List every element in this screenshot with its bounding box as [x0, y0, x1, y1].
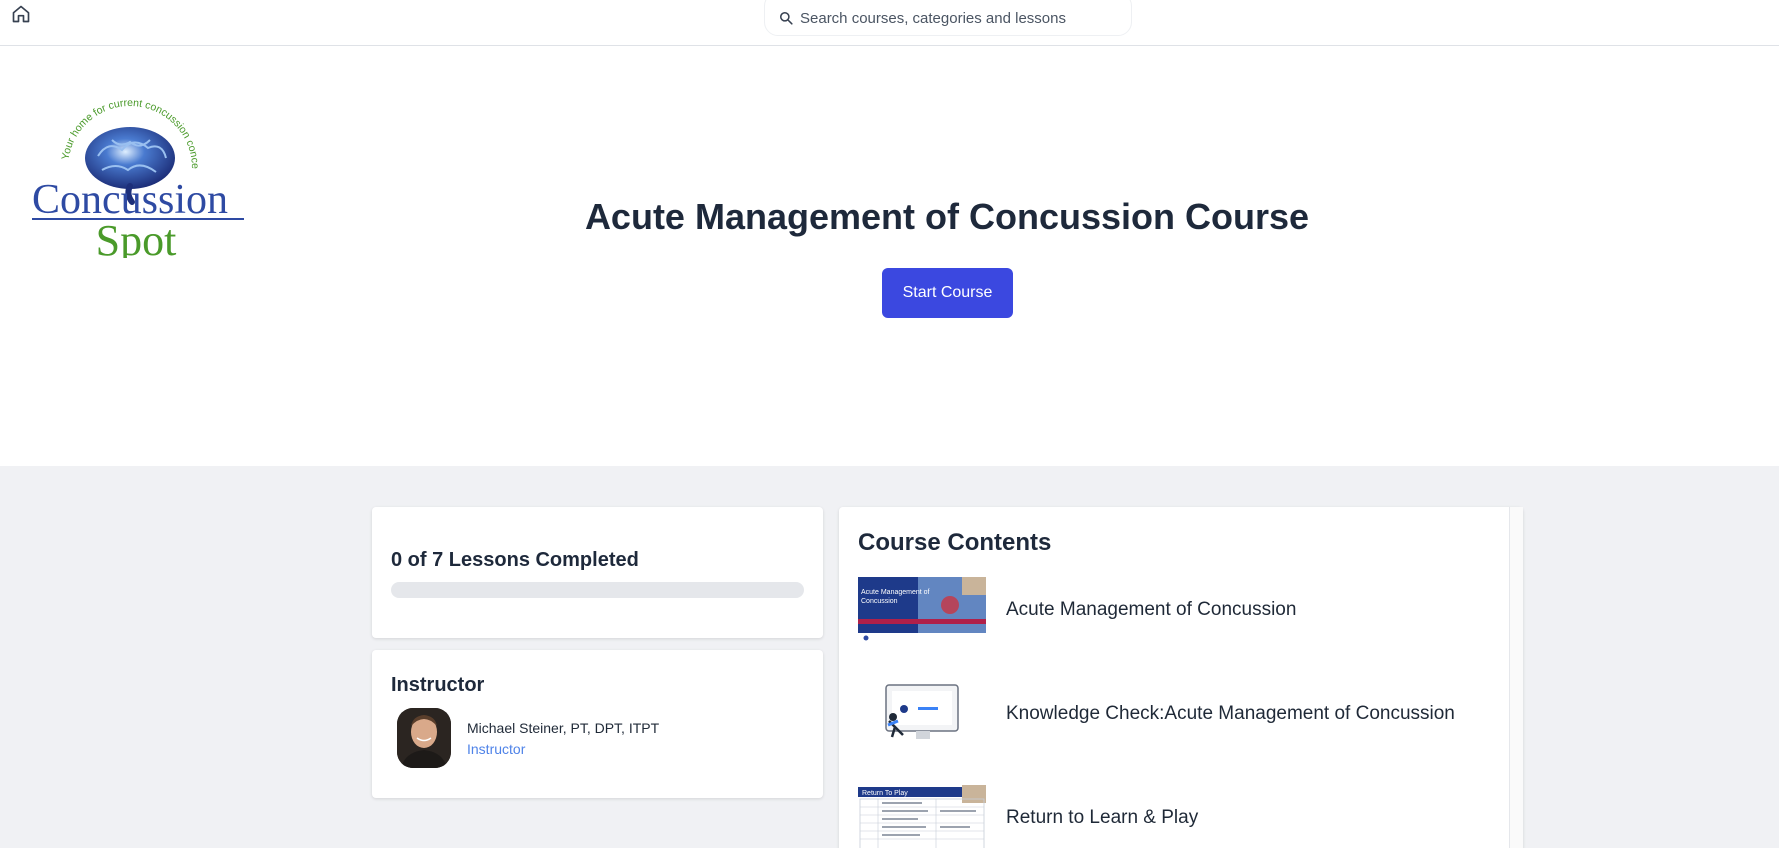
svg-text:Acute Management of: Acute Management of: [861, 589, 930, 596]
instructor-name: Michael Steiner, PT, DPT, ITPT: [467, 720, 660, 736]
lesson-thumbnail: Return To Play: [858, 785, 986, 848]
course-contents-card: Course Contents Acute Management of Conc…: [839, 507, 1523, 848]
search-icon: [779, 10, 795, 26]
contents-scrollbar[interactable]: [1509, 507, 1523, 848]
svg-text:Concussion: Concussion: [861, 598, 898, 605]
progress-bar: [391, 582, 804, 598]
lesson-title: Knowledge Check:Acute Management of Conc…: [1006, 703, 1455, 724]
search-bar: [764, 0, 1132, 36]
start-course-button[interactable]: Start Course: [882, 268, 1013, 318]
course-title: Acute Management of Concussion Course: [584, 196, 1310, 237]
home-icon: [11, 4, 31, 29]
lesson-thumbnail: [858, 681, 986, 747]
svg-text:Return To Play: Return To Play: [862, 790, 908, 797]
lesson-item[interactable]: Acute Management of Concussion Acute Man…: [858, 577, 1478, 643]
lesson-thumbnail: Acute Management of Concussion: [858, 577, 986, 643]
instructor-avatar: [397, 708, 451, 768]
instructor-heading: Instructor: [391, 674, 485, 696]
lesson-title: Acute Management of Concussion: [1006, 599, 1297, 620]
lesson-item[interactable]: Knowledge Check:Acute Management of Conc…: [858, 681, 1478, 747]
top-navbar: [0, 0, 1779, 46]
instructor-card: Instructor Michael Steiner, PT, DPT, ITP…: [372, 650, 823, 798]
lesson-title: Return to Learn & Play: [1006, 807, 1199, 828]
course-hero: Your home for current concussion concept…: [0, 46, 1779, 466]
lessons-completed-label: 0 of 7 Lessons Completed: [391, 549, 639, 571]
home-button[interactable]: [10, 5, 32, 27]
progress-card: 0 of 7 Lessons Completed: [372, 507, 823, 638]
instructor-role-link[interactable]: Instructor: [467, 741, 525, 757]
course-contents-heading: Course Contents: [858, 529, 1052, 556]
lesson-item[interactable]: Return To Play Return to Learn & Play: [858, 785, 1478, 848]
search-input[interactable]: [800, 9, 1100, 27]
course-details-section: 0 of 7 Lessons Completed Instructor Mich…: [0, 466, 1779, 848]
